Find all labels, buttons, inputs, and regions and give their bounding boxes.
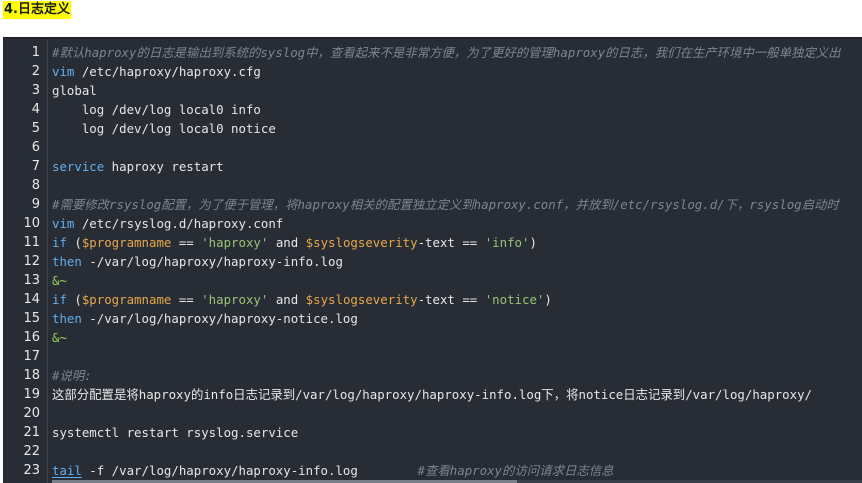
code-text: -text == bbox=[417, 292, 485, 307]
code-line-7: service haproxy restart bbox=[52, 157, 862, 176]
code-text: -/var/log/haproxy/haproxy-notice.log bbox=[81, 311, 358, 326]
line-number: 17 bbox=[23, 349, 40, 364]
code-text: /etc/rsyslog.d/haproxy.conf bbox=[74, 216, 284, 231]
code-text: ) bbox=[529, 235, 537, 250]
string-literal: 'info' bbox=[484, 235, 530, 250]
line-number-gutter: 1 2 3 4 5 6 7 8 9 10 11 12 13 14 15 16 1… bbox=[3, 43, 46, 480]
code-line-21: systemctl restart rsyslog.service bbox=[52, 423, 862, 442]
code-text: -f /var/log/haproxy/haproxy-info.log bbox=[81, 463, 418, 478]
keyword: then bbox=[52, 311, 82, 326]
keyword: then bbox=[52, 254, 82, 269]
code-text: ( bbox=[66, 292, 82, 307]
code-text: == bbox=[171, 292, 202, 307]
code-text: haproxy restart bbox=[104, 159, 224, 174]
code-line-18: #说明: bbox=[52, 366, 862, 385]
code-text: -/var/log/haproxy/haproxy-info.log bbox=[81, 254, 343, 269]
code-text: == bbox=[171, 235, 202, 250]
keyword: if bbox=[52, 235, 67, 250]
section-heading: 4.日志定义 bbox=[3, 1, 71, 19]
line-number: 10 bbox=[23, 216, 40, 231]
string-literal: 'notice' bbox=[484, 292, 545, 307]
line-number: 3 bbox=[31, 83, 40, 98]
string-literal: 'haproxy' bbox=[201, 292, 269, 307]
line-number: 5 bbox=[31, 121, 40, 136]
gutter-divider bbox=[47, 39, 48, 483]
code-text: global bbox=[52, 83, 97, 98]
variable: $syslogseverity bbox=[305, 292, 418, 307]
discard-operator: &~ bbox=[52, 330, 67, 345]
line-number: 4 bbox=[31, 102, 40, 117]
code-line-9: #需要修改rsyslog配置，为了便于管理，将haproxy相关的配置独立定义到… bbox=[52, 195, 862, 214]
comment: #需要修改rsyslog配置，为了便于管理，将haproxy相关的配置独立定义到… bbox=[52, 197, 839, 212]
line-number: 12 bbox=[23, 254, 40, 269]
line-number: 6 bbox=[31, 140, 40, 155]
keyword: service bbox=[52, 159, 105, 174]
code-line-5: log /dev/log local0 notice bbox=[52, 119, 862, 138]
line-number: 9 bbox=[31, 197, 40, 212]
code-text: systemctl restart rsyslog.service bbox=[52, 425, 299, 440]
code-line-1: #默认haproxy的日志是输出到系统的syslog中，查看起来不是非常方便，为… bbox=[52, 43, 862, 62]
line-number: 7 bbox=[31, 159, 40, 174]
code-text: -text == bbox=[417, 235, 485, 250]
line-number: 23 bbox=[23, 463, 40, 478]
code-line-15: then -/var/log/haproxy/haproxy-notice.lo… bbox=[52, 309, 862, 328]
comment: #说明: bbox=[52, 368, 92, 383]
code-text: log /dev/log local0 notice bbox=[52, 121, 276, 136]
line-number: 13 bbox=[23, 273, 40, 288]
code-line-14: if ($programname == 'haproxy' and $syslo… bbox=[52, 290, 862, 309]
comment: #查看haproxy的访问请求日志信息 bbox=[417, 463, 614, 478]
keyword: if bbox=[52, 292, 67, 307]
line-number: 8 bbox=[31, 178, 40, 193]
code-lines[interactable]: #默认haproxy的日志是输出到系统的syslog中，查看起来不是非常方便，为… bbox=[52, 43, 862, 480]
code-line-11: if ($programname == 'haproxy' and $syslo… bbox=[52, 233, 862, 252]
line-number: 22 bbox=[23, 444, 40, 459]
code-line-3: global bbox=[52, 81, 862, 100]
code-line-16: &~ bbox=[52, 328, 862, 347]
code-text: ( bbox=[66, 235, 82, 250]
keyword: vim bbox=[52, 216, 75, 231]
code-text: and bbox=[268, 292, 306, 307]
code-line-23: tail -f /var/log/haproxy/haproxy-info.lo… bbox=[52, 461, 862, 480]
variable: $programname bbox=[81, 235, 172, 250]
code-line-10: vim /etc/rsyslog.d/haproxy.conf bbox=[52, 214, 862, 233]
code-text: /etc/haproxy/haproxy.cfg bbox=[74, 64, 261, 79]
variable: $syslogseverity bbox=[305, 235, 418, 250]
code-line-19: 这部分配置是将haproxy的info日志记录到/var/log/haproxy… bbox=[52, 385, 862, 404]
line-number: 18 bbox=[23, 368, 40, 383]
code-line-12: then -/var/log/haproxy/haproxy-info.log bbox=[52, 252, 862, 271]
code-line-2: vim /etc/haproxy/haproxy.cfg bbox=[52, 62, 862, 81]
code-line-4: log /dev/log local0 info bbox=[52, 100, 862, 119]
line-number: 2 bbox=[31, 64, 40, 79]
code-text: 这部分配置是将haproxy的info日志记录到/var/log/haproxy… bbox=[52, 387, 813, 402]
code-text: log /dev/log local0 info bbox=[52, 102, 261, 117]
code-text: and bbox=[268, 235, 306, 250]
line-number: 1 bbox=[31, 45, 40, 60]
line-number: 11 bbox=[23, 235, 40, 250]
line-number: 16 bbox=[23, 330, 40, 345]
comment: #默认haproxy的日志是输出到系统的syslog中，查看起来不是非常方便，为… bbox=[52, 45, 841, 60]
keyword: tail bbox=[52, 463, 82, 478]
string-literal: 'haproxy' bbox=[201, 235, 269, 250]
line-number: 14 bbox=[23, 292, 40, 307]
keyword: vim bbox=[52, 64, 75, 79]
line-number: 21 bbox=[23, 425, 40, 440]
code-line-13: &~ bbox=[52, 271, 862, 290]
line-number: 19 bbox=[23, 387, 40, 402]
variable: $programname bbox=[81, 292, 172, 307]
discard-operator: &~ bbox=[52, 273, 67, 288]
line-number: 15 bbox=[23, 311, 40, 326]
code-text: ) bbox=[544, 292, 552, 307]
line-number: 20 bbox=[23, 406, 40, 421]
code-block[interactable]: 1 2 3 4 5 6 7 8 9 10 11 12 13 14 15 16 1… bbox=[3, 37, 862, 483]
